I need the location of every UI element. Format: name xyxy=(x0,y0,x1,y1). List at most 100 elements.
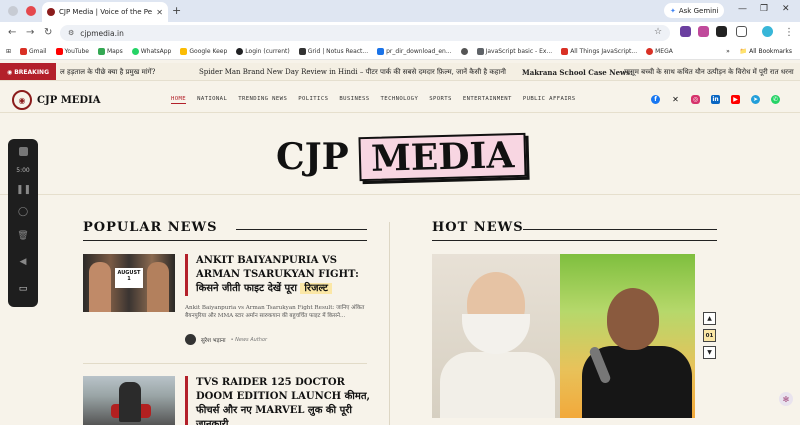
more-bookmarks-icon[interactable]: » xyxy=(726,48,730,55)
x-icon[interactable]: ✕ xyxy=(671,95,680,104)
record-icon[interactable] xyxy=(26,6,36,16)
broadcast-icon: ◉ xyxy=(6,68,13,76)
bookmark-item[interactable]: Gmail xyxy=(20,48,47,55)
instagram-icon[interactable]: ◎ xyxy=(691,95,700,104)
slider-down-button[interactable]: ▼ xyxy=(703,346,716,359)
article-title-block[interactable]: ANKIT BAIYANPURIA VS ARMAN TSARUKYAN FIG… xyxy=(185,254,376,296)
extension-icon[interactable] xyxy=(716,26,727,37)
logo-text: CJP MEDIA xyxy=(37,94,101,106)
back-icon[interactable]: ← xyxy=(8,27,16,38)
nav-sports[interactable]: SPORTS xyxy=(429,96,452,104)
close-window-icon[interactable]: ✕ xyxy=(782,4,790,14)
article-divider xyxy=(83,363,367,364)
youtube-icon[interactable]: ▶ xyxy=(731,95,740,104)
keep-icon xyxy=(180,48,188,55)
hot-news-heading: HOT NEWS xyxy=(432,220,524,235)
mute-icon[interactable]: ◀ xyxy=(16,257,30,267)
forward-icon[interactable]: → xyxy=(26,27,34,38)
bookmark-item[interactable] xyxy=(460,48,468,55)
ticker-item[interactable]: Spider Man Brand New Day Review in Hindi… xyxy=(199,68,506,77)
nav-entertainment[interactable]: ENTERTAINMENT xyxy=(463,96,512,104)
bookmark-item[interactable]: WhatsApp xyxy=(131,48,171,55)
site-info-icon[interactable]: ⚙ xyxy=(68,29,74,37)
github-icon xyxy=(236,48,244,55)
author-name[interactable]: सुरेश भड़ाना xyxy=(201,336,226,344)
browser-tab[interactable]: CJP Media | Voice of the People ✕ xyxy=(42,2,168,22)
nav-home[interactable]: HOME xyxy=(171,96,187,104)
logo-emblem-icon: ◉ xyxy=(12,90,32,110)
extension-icon[interactable] xyxy=(698,26,709,37)
delete-icon[interactable]: 🗑 xyxy=(16,231,30,241)
bookmark-item[interactable]: Grid | Notus React... xyxy=(298,48,368,55)
whatsapp-icon xyxy=(131,48,139,55)
apps-icon[interactable]: ⊞ xyxy=(6,48,11,55)
nav-national[interactable]: NATIONAL xyxy=(197,96,227,104)
fighter-image xyxy=(89,262,111,312)
gmail-icon xyxy=(20,48,28,55)
article-title-block[interactable]: TVS RAIDER 125 DOCTOR DOOM EDITION LAUNC… xyxy=(185,376,376,425)
youtube-icon xyxy=(55,48,63,55)
popular-news-heading: POPULAR NEWS xyxy=(83,220,218,235)
ticker-item[interactable]: ल हड़ताल के पीछे क्या है प्रमुख मांगें? xyxy=(60,68,155,77)
author-role: • News Author xyxy=(230,336,268,343)
bookmark-item[interactable]: pr_dir_download_en... xyxy=(377,48,452,55)
hot-news-hero-image[interactable] xyxy=(432,254,695,418)
article-title[interactable]: ANKIT BAIYANPURIA VS ARMAN TSARUKYAN FIG… xyxy=(196,254,376,296)
article-title[interactable]: TVS RAIDER 125 DOCTOR DOOM EDITION LAUNC… xyxy=(196,376,376,425)
ask-gemini-button[interactable]: ✦ Ask Gemini xyxy=(664,3,725,18)
reload-icon[interactable]: ↻ xyxy=(44,27,52,38)
main-nav: HOME NATIONAL TRENDING NEWS POLITICS BUS… xyxy=(171,96,576,104)
telegram-icon[interactable]: ➤ xyxy=(751,95,760,104)
url-bar[interactable]: ⚙ cjpmedia.in xyxy=(60,25,670,41)
all-bookmarks-folder[interactable]: 📁 All Bookmarks xyxy=(740,48,792,55)
minimize-icon[interactable]: — xyxy=(738,4,747,14)
masthead-divider xyxy=(0,194,800,195)
mega-icon xyxy=(646,48,654,55)
extensions-puzzle-icon[interactable] xyxy=(736,26,747,37)
close-tab-icon[interactable]: ✕ xyxy=(156,8,163,17)
article-excerpt: Ankit Baiyanpuria vs Arman Tsarukyan Fig… xyxy=(185,305,365,319)
site-logo[interactable]: ◉ CJP MEDIA xyxy=(12,90,101,110)
bookmark-item[interactable]: Maps xyxy=(97,48,123,55)
nav-trending-news[interactable]: TRENDING NEWS xyxy=(238,96,287,104)
article-thumbnail[interactable]: AUGUST 1 xyxy=(83,254,175,312)
ticker-item[interactable]: मासूम बच्ची के साथ कथित यौन उत्पीड़न के … xyxy=(624,68,794,77)
nav-politics[interactable]: POLITICS xyxy=(298,96,328,104)
extension-icon[interactable] xyxy=(680,26,691,37)
linkedin-icon[interactable]: in xyxy=(711,95,720,104)
pause-icon[interactable]: ❚❚ xyxy=(16,185,31,195)
bookmark-star-icon[interactable]: ☆ xyxy=(654,27,662,37)
nav-public-affairs[interactable]: PUBLIC AFFAIRS xyxy=(523,96,576,104)
globe-icon xyxy=(460,48,468,55)
thumbnail-banner: AUGUST 1 xyxy=(115,268,143,288)
bookmark-item[interactable]: JavaScript basic - Ex... xyxy=(476,48,552,55)
article-thumbnail[interactable] xyxy=(83,376,175,425)
profile-avatar[interactable] xyxy=(762,26,773,37)
rider-image xyxy=(119,382,141,422)
stop-recording-button[interactable] xyxy=(16,147,30,159)
nav-technology[interactable]: TECHNOLOGY xyxy=(381,96,419,104)
slider-up-button[interactable]: ▲ xyxy=(703,312,716,325)
bookmark-item[interactable]: All Things JavaScript... xyxy=(561,48,637,55)
person-image xyxy=(440,352,555,418)
bookmarks-bar: ⊞ Gmail YouTube Maps WhatsApp Google Kee… xyxy=(0,44,800,60)
facebook-icon[interactable]: f xyxy=(651,95,660,104)
bookmark-item[interactable]: Login (current) xyxy=(236,48,290,55)
restart-icon[interactable]: ◯ xyxy=(16,207,30,217)
menu-icon[interactable]: ⋮ xyxy=(784,27,794,38)
bookmark-item[interactable]: Google Keep xyxy=(180,48,227,55)
new-tab-button[interactable]: + xyxy=(172,4,181,17)
title-highlight: रिजल्ट xyxy=(300,283,332,294)
bookmark-item[interactable]: YouTube xyxy=(55,48,89,55)
whatsapp-icon[interactable]: ✆ xyxy=(771,95,780,104)
ticker-item[interactable]: Makrana School Case News: xyxy=(522,68,633,77)
url-text: cjpmedia.in xyxy=(80,28,124,38)
nav-business[interactable]: BUSINESS xyxy=(339,96,369,104)
section-underline xyxy=(83,240,367,241)
maximize-icon[interactable]: ❐ xyxy=(760,4,768,14)
camera-icon[interactable]: ▭ xyxy=(16,284,30,294)
social-links: f ✕ ◎ in ▶ ➤ ✆ xyxy=(651,95,780,104)
profile-icon[interactable] xyxy=(8,6,18,16)
bookmark-item[interactable]: MEGA xyxy=(646,48,673,55)
assistant-floating-icon[interactable]: ✻ xyxy=(779,392,793,406)
